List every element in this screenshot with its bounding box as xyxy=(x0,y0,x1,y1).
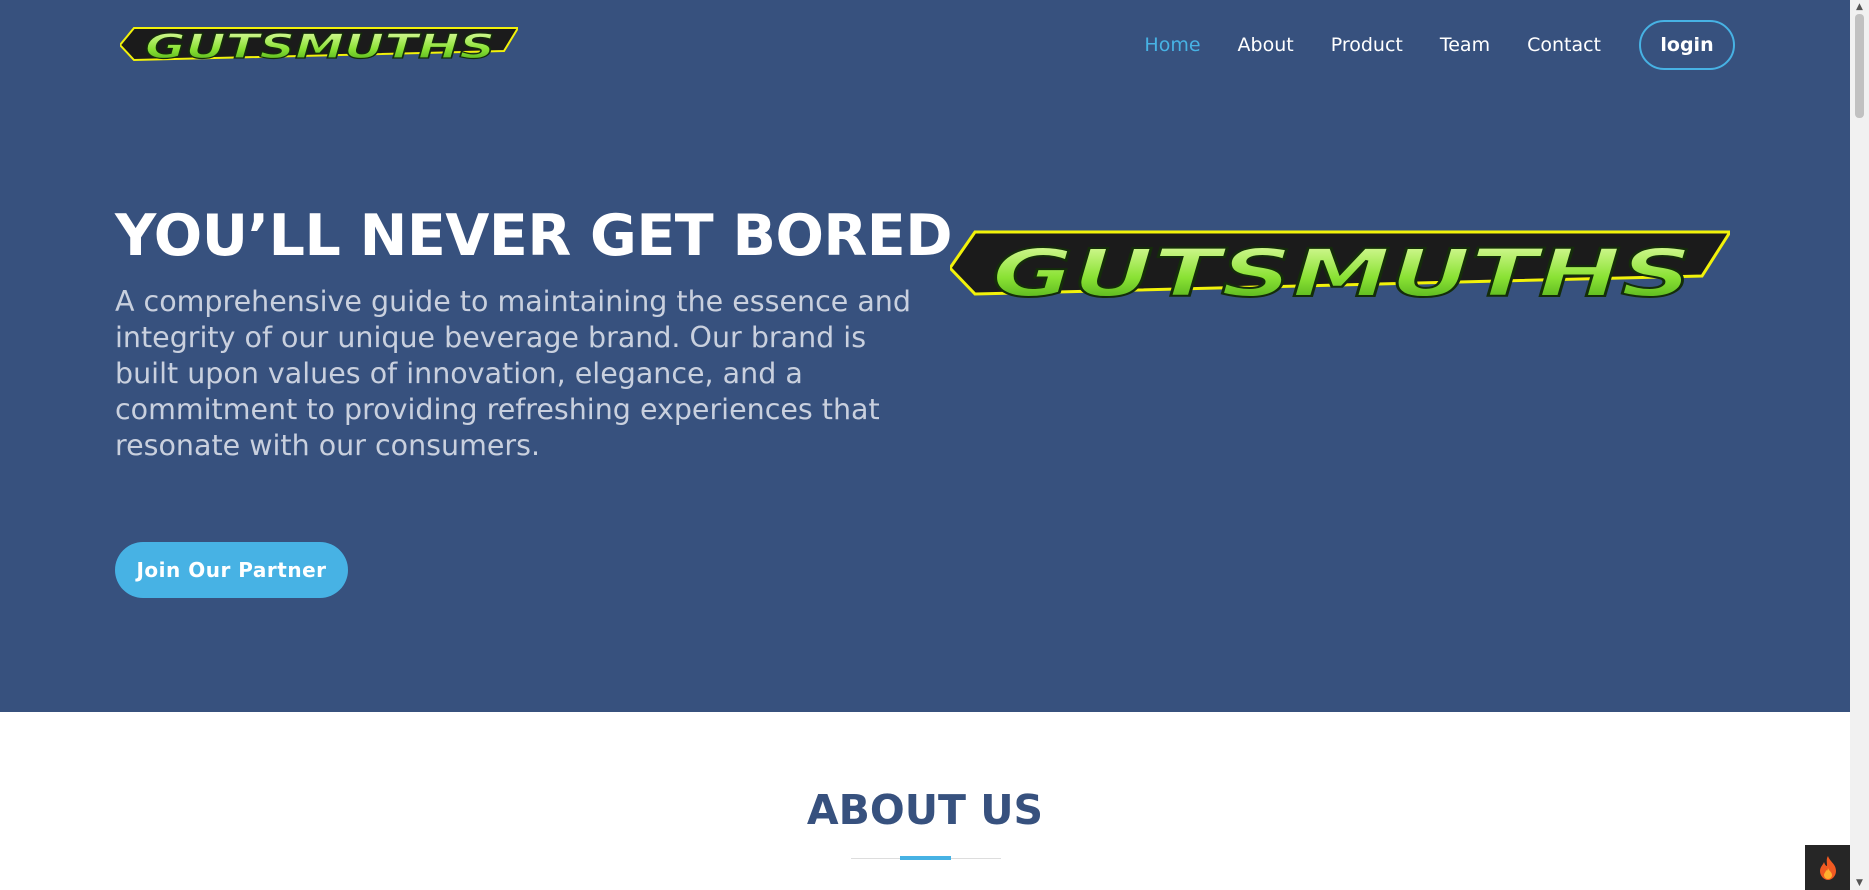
nav-team[interactable]: Team xyxy=(1440,34,1490,56)
brand-logo[interactable]: GUTSMUTHS xyxy=(120,23,518,71)
hero-title: YOU’LL NEVER GET BORED xyxy=(115,203,953,269)
scroll-up-icon[interactable]: ▲ xyxy=(1850,2,1869,12)
about-divider-accent xyxy=(900,856,951,860)
about-title: ABOUT US xyxy=(806,786,1044,834)
login-button[interactable]: login xyxy=(1639,20,1735,70)
main-nav: Home About Product Team Contact login xyxy=(1107,20,1735,70)
hero-brand-logo-text: GUTSMUTHS xyxy=(992,235,1692,312)
nav-about[interactable]: About xyxy=(1238,34,1294,56)
flame-widget-button[interactable] xyxy=(1805,845,1850,890)
hero-description: A comprehensive guide to maintaining the… xyxy=(115,285,911,462)
scroll-down-icon[interactable]: ▼ xyxy=(1850,878,1869,888)
brand-logo-text: GUTSMUTHS xyxy=(145,27,495,67)
site-header: GUTSMUTHS Home About Product Team Contac… xyxy=(0,0,1850,90)
flame-icon xyxy=(1819,855,1836,880)
join-partner-button[interactable]: Join Our Partner xyxy=(115,542,348,598)
nav-home[interactable]: Home xyxy=(1144,34,1200,56)
hero-brand-logo: GUTSMUTHS xyxy=(950,230,1730,313)
hero-section: GUTSMUTHS Home About Product Team Contac… xyxy=(0,0,1850,712)
nav-contact[interactable]: Contact xyxy=(1527,34,1601,56)
page-scrollbar[interactable]: ▲ ▼ xyxy=(1850,0,1869,890)
nav-product[interactable]: Product xyxy=(1331,34,1403,56)
scrollbar-thumb[interactable] xyxy=(1855,14,1864,118)
